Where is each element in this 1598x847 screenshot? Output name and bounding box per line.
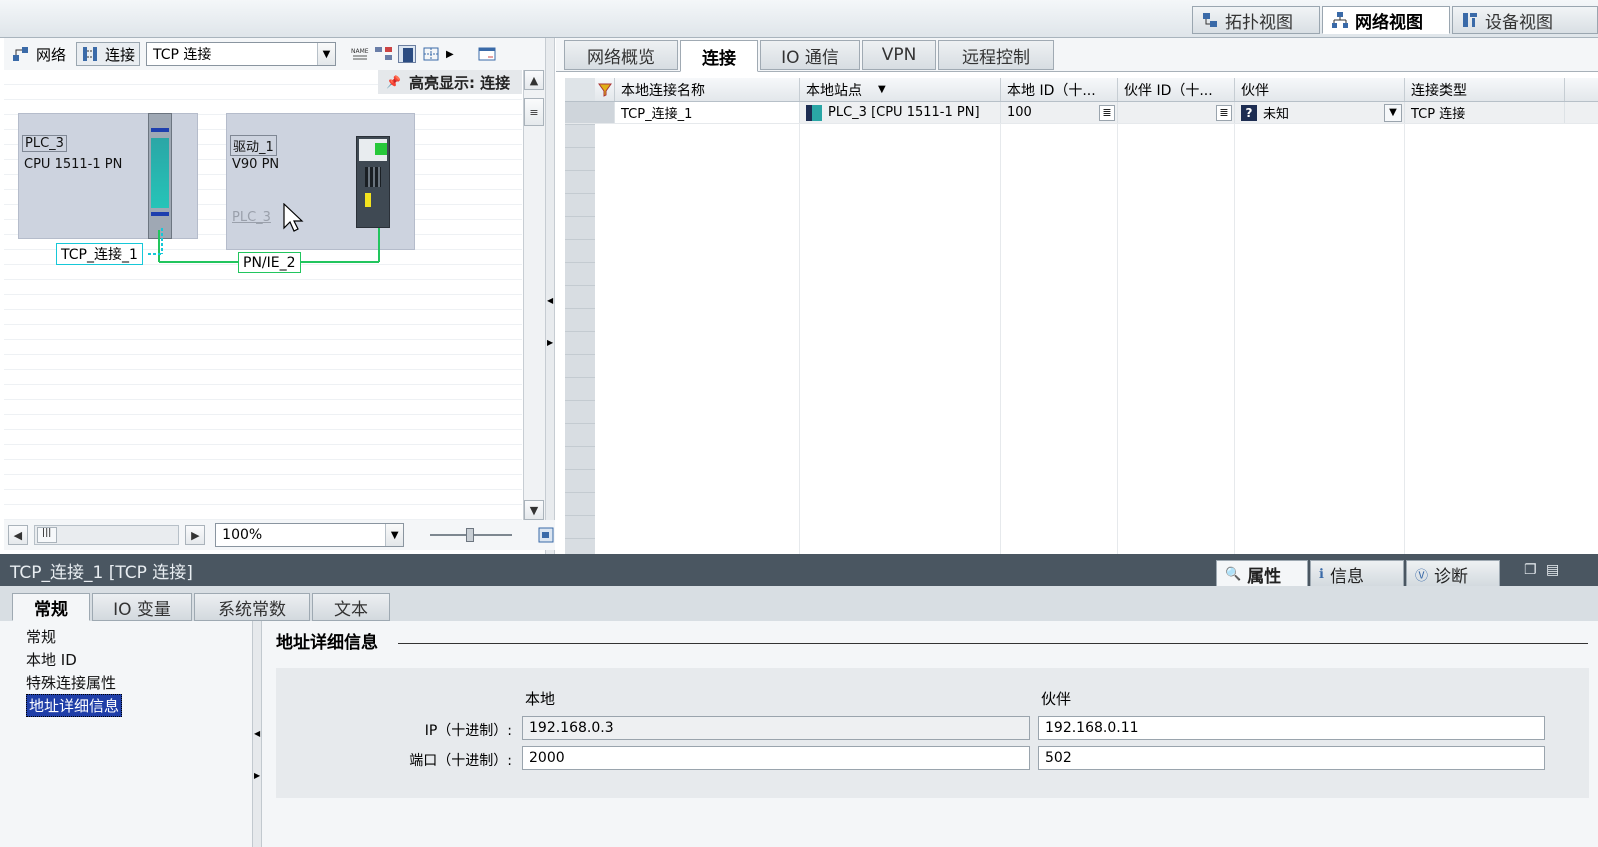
list-icon[interactable]: ≣ <box>1216 104 1232 121</box>
cell-local-station-value: PLC_3 [CPU 1511-1 PN] <box>828 105 980 120</box>
row-header-corner <box>565 78 595 101</box>
inspector-nav: 常规 本地 ID 特殊连接属性 地址详细信息 <box>0 621 252 847</box>
cell-partner-value: 未知 <box>1263 107 1290 122</box>
port-label: 端口（十进制）: <box>409 753 512 769</box>
tab-properties-label: 属性 <box>1247 566 1282 587</box>
subtab-system-constants[interactable]: 系统常数 <box>194 593 310 621</box>
tab-info[interactable]: ℹ 信息 <box>1310 560 1404 588</box>
list-icon[interactable]: ≣ <box>1099 104 1115 121</box>
canvas-vscroll[interactable]: ▲ ≡ ▼ <box>523 70 545 520</box>
info-icon: ℹ <box>1319 566 1324 582</box>
nav-item-general[interactable]: 常规 <box>26 625 252 648</box>
tab-remote-control[interactable]: 远程控制 <box>938 40 1054 70</box>
tab-diagnostics[interactable]: Ⓥ 诊断 <box>1406 560 1500 588</box>
col-header-connection-type[interactable]: 连接类型 <box>1405 78 1565 101</box>
overview-navigation-icon[interactable] <box>537 526 555 544</box>
network-view-tab[interactable]: 网络视图 <box>1322 6 1450 34</box>
device-icon <box>1461 11 1479 29</box>
col-local-label: 本地 <box>525 690 556 708</box>
network-view-label: 网络视图 <box>1355 12 1423 33</box>
row-header-selected[interactable] <box>565 102 615 123</box>
tab-network-overview[interactable]: 网络概览 <box>564 40 678 70</box>
tab-diagnostics-label: 诊断 <box>1434 566 1469 587</box>
topology-view-tab[interactable]: 拓扑视图 <box>1192 6 1320 34</box>
topology-icon <box>1201 11 1219 29</box>
device-view-label: 设备视图 <box>1485 12 1553 33</box>
nav-item-address-details[interactable]: 地址详细信息 <box>26 694 123 717</box>
col-header-local-station-label: 本地站点 <box>806 82 862 99</box>
restore-window-icon[interactable]: ❐ <box>1524 562 1537 578</box>
zoom-value: 100% <box>222 527 263 543</box>
connection-label[interactable]: TCP_连接_1 <box>56 243 143 265</box>
zoom-chevron-down-icon[interactable]: ▼ <box>385 524 404 546</box>
table-header: 本地连接名称 本地站点 ▼ 本地 ID（十... 伙伴 ID（十... 伙伴 连接… <box>565 78 1598 102</box>
vertical-splitter[interactable]: ◀ ▶ <box>545 38 555 554</box>
filter-icon[interactable] <box>595 78 615 101</box>
sort-down-icon: ▼ <box>878 84 886 95</box>
scroll-up-button[interactable]: ▲ <box>524 70 544 90</box>
cell-local-id-value: 100 <box>1007 105 1032 120</box>
ip-label: IP（十进制）: <box>424 723 512 739</box>
partner-chevron-down-icon[interactable]: ▼ <box>1384 103 1402 122</box>
nav-item-local-id[interactable]: 本地 ID <box>26 648 252 671</box>
cell-local-station[interactable]: PLC_3 [CPU 1511-1 PN] <box>800 102 1001 123</box>
section-divider <box>398 643 1588 644</box>
col-header-partner[interactable]: 伙伴 <box>1235 78 1405 101</box>
tab-connections[interactable]: 连接 <box>680 40 758 72</box>
minimize-window-icon[interactable]: ▤ <box>1546 562 1559 578</box>
tab-vpn[interactable]: VPN <box>862 40 936 70</box>
inspector-title: TCP_连接_1 [TCP 连接] <box>10 562 193 583</box>
device-view-tab[interactable]: 设备视图 <box>1452 6 1598 34</box>
cell-connection-type[interactable]: TCP 连接 <box>1405 102 1565 123</box>
network-icon <box>1331 11 1349 29</box>
properties-icon: 🔍 <box>1225 566 1242 582</box>
tab-properties[interactable]: 🔍 属性 <box>1216 560 1308 588</box>
subtab-general[interactable]: 常规 <box>12 593 90 621</box>
connections-table: 本地连接名称 本地站点 ▼ 本地 ID（十... 伙伴 ID（十... 伙伴 连接… <box>565 78 1598 554</box>
cell-partner[interactable]: ? 未知 ▼ <box>1235 102 1405 123</box>
scroll-right-button[interactable]: ▶ <box>185 525 206 545</box>
inspector-nav-splitter[interactable]: ◀ ▶ <box>252 621 262 847</box>
subtab-io-tags[interactable]: IO 变量 <box>92 593 192 621</box>
col-header-local-station[interactable]: 本地站点 ▼ <box>800 78 1001 101</box>
table-row[interactable]: TCP_连接_1 PLC_3 [CPU 1511-1 PN] 100 ≣ ≣ ? 未… <box>565 102 1598 124</box>
zoom-select[interactable]: 100% ▼ <box>215 523 405 547</box>
unknown-partner-icon: ? <box>1241 104 1257 121</box>
cell-partner-id[interactable]: ≣ <box>1118 102 1235 123</box>
local-ip-field[interactable]: 192.168.0.3 <box>522 716 1030 740</box>
scroll-left-button[interactable]: ◀ <box>8 525 28 545</box>
col-header-local-name[interactable]: 本地连接名称 <box>615 78 800 101</box>
topology-view-label: 拓扑视图 <box>1225 12 1293 33</box>
zoom-slider[interactable] <box>430 525 513 545</box>
section-title: 地址详细信息 <box>276 633 378 653</box>
subnet-label[interactable]: PN/IE_2 <box>238 252 301 273</box>
scroll-down-button[interactable]: ▼ <box>524 500 544 520</box>
plc-station-icon <box>806 104 822 121</box>
hscroll-track[interactable]: ||| <box>33 525 180 545</box>
tab-info-label: 信息 <box>1329 566 1364 587</box>
partner-port-field[interactable]: 502 <box>1038 746 1545 770</box>
col-header-local-id[interactable]: 本地 ID（十... <box>1001 78 1118 101</box>
cell-local-id[interactable]: 100 ≣ <box>1001 102 1118 123</box>
diagnostics-icon: Ⓥ <box>1415 568 1429 584</box>
col-partner-label: 伙伴 <box>1041 690 1072 708</box>
tab-io-communication[interactable]: IO 通信 <box>760 40 860 70</box>
subtab-text[interactable]: 文本 <box>312 593 390 621</box>
canvas-bottom-bar: ◀ ||| ▶ 100% ▼ <box>4 520 555 550</box>
cell-local-name[interactable]: TCP_连接_1 <box>615 102 800 123</box>
local-port-field[interactable]: 2000 <box>522 746 1030 770</box>
col-header-partner-id[interactable]: 伙伴 ID（十... <box>1118 78 1235 101</box>
partner-ip-field[interactable]: 192.168.0.11 <box>1038 716 1545 740</box>
nav-item-special-properties[interactable]: 特殊连接属性 <box>26 671 252 694</box>
scroll-thumb[interactable]: ≡ <box>524 98 544 126</box>
